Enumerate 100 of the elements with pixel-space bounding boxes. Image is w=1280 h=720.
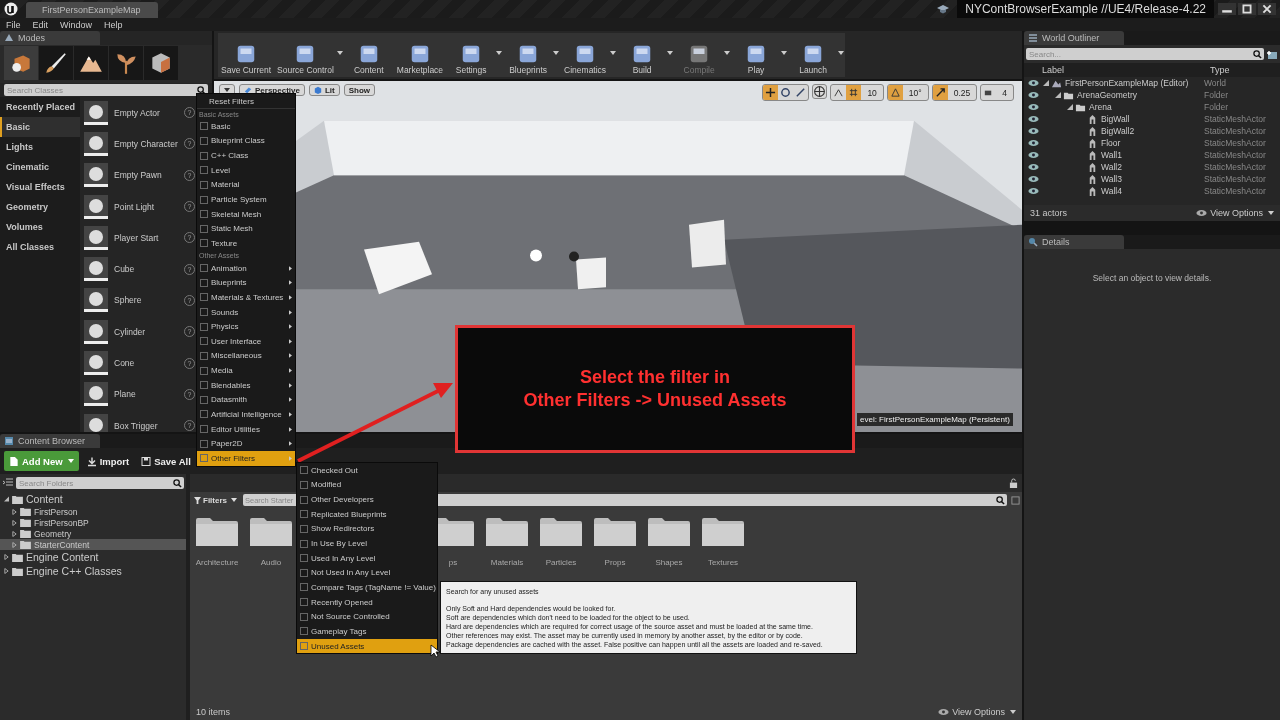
eye-icon[interactable] (1028, 151, 1039, 159)
checkbox[interactable] (200, 180, 208, 189)
checkbox[interactable] (300, 627, 308, 636)
folder-tree-item[interactable]: FirstPerson (0, 506, 186, 517)
checkbox[interactable] (300, 466, 308, 475)
checkbox[interactable] (300, 495, 308, 504)
eye-icon[interactable] (1028, 187, 1039, 195)
category-item[interactable]: All Classes (0, 237, 80, 257)
search-field[interactable]: Search Folders (16, 477, 184, 489)
checkbox[interactable] (200, 395, 208, 404)
filter-menu-item[interactable]: Compare Tags (TagName != Value) (297, 580, 437, 595)
folder-tree-item[interactable]: Content (0, 492, 186, 506)
panel-tab[interactable]: Content Browser (0, 434, 100, 448)
caret-icon[interactable] (496, 51, 503, 55)
caret-icon[interactable] (610, 51, 617, 55)
filter-menu-item[interactable]: Particle System (197, 192, 295, 207)
folder-icon[interactable] (593, 516, 637, 548)
filter-menu-item[interactable]: User Interface (197, 333, 295, 349)
category-item[interactable]: Basic (0, 117, 80, 137)
category-item[interactable]: Recently Placed (0, 97, 80, 117)
shape-thumbnail[interactable] (84, 225, 108, 250)
shape-thumbnail[interactable] (84, 382, 108, 407)
expand-arrow-icon[interactable] (4, 568, 9, 574)
category-item[interactable]: Visual Effects (0, 177, 80, 197)
filter-menu-item[interactable]: Skeletal Mesh (197, 206, 295, 222)
filter-menu-item[interactable]: Level (197, 162, 295, 178)
actor-name[interactable]: Wall1 (1101, 150, 1204, 160)
category-item[interactable]: Cinematic (0, 157, 80, 177)
actor-name[interactable]: Wall2 (1101, 162, 1204, 172)
checkbox[interactable] (300, 554, 308, 563)
checkbox[interactable] (200, 224, 208, 233)
filter-menu-item[interactable]: Materials & Textures (197, 290, 295, 305)
eye-icon[interactable] (1028, 175, 1039, 183)
filter-menu-item[interactable]: Blueprints (197, 275, 295, 291)
eye-icon[interactable] (1028, 91, 1039, 99)
filter-menu-item[interactable]: In Use By Level (297, 536, 437, 551)
checkbox[interactable] (200, 166, 208, 175)
panel-tab[interactable]: World Outliner (1024, 31, 1124, 45)
search-icon[interactable] (996, 495, 1005, 505)
shape-thumbnail[interactable] (84, 257, 108, 282)
filter-menu-item[interactable]: Not Used In Any Level (297, 565, 437, 581)
mode-tab[interactable] (4, 46, 38, 80)
checkbox[interactable] (300, 642, 308, 650)
filter-menu-item[interactable]: Recently Opened (297, 594, 437, 610)
filter-menu-item[interactable]: Gameplay Tags (297, 624, 437, 639)
filter-menu-item[interactable]: Show Redirectors (297, 521, 437, 537)
expand-arrow-icon[interactable] (1067, 104, 1073, 110)
toolbar-button[interactable]: Source Control (274, 33, 344, 77)
filter-menu-item[interactable]: Other Filters (197, 451, 295, 466)
search-field[interactable]: Search... (1026, 48, 1264, 60)
show-button[interactable]: Show (343, 84, 376, 96)
save-all-button[interactable]: Save All (137, 451, 195, 471)
category-item[interactable]: Volumes (0, 217, 80, 237)
filter-menu-item[interactable]: Datasmith (197, 392, 295, 408)
toolbar-button[interactable]: Cinematics (560, 33, 618, 77)
checkbox[interactable] (300, 510, 308, 519)
filter-menu-item[interactable]: Used In Any Level (297, 550, 437, 566)
filter-menu-item[interactable]: Animation (197, 260, 295, 276)
expand-arrow-icon[interactable] (1043, 80, 1049, 86)
tree-toggle-icon[interactable] (2, 477, 14, 489)
category-item[interactable]: Lights (0, 137, 80, 157)
eye-icon[interactable] (1028, 163, 1039, 171)
filter-menu-item[interactable]: C++ Class (197, 148, 295, 163)
filter-menu-item[interactable]: Paper2D (197, 436, 295, 452)
checkbox[interactable] (200, 136, 208, 145)
actor-label[interactable]: Empty Character (114, 138, 178, 149)
checkbox[interactable] (200, 239, 208, 248)
mode-tab[interactable] (144, 46, 178, 80)
checkbox[interactable] (200, 151, 208, 160)
filter-menu-item[interactable]: Not Source Controlled (297, 609, 437, 625)
eye-icon[interactable] (1028, 79, 1039, 87)
actor-name[interactable]: Floor (1101, 138, 1204, 148)
mode-tab[interactable] (39, 46, 73, 80)
filter-menu-item[interactable]: Media (197, 363, 295, 378)
caret-icon[interactable] (667, 51, 674, 55)
shape-thumbnail[interactable] (84, 163, 108, 188)
column-header[interactable]: Label (1024, 65, 1210, 75)
eye-icon[interactable] (1028, 127, 1039, 135)
checkbox[interactable] (300, 539, 308, 548)
toolbar-button[interactable]: Settings (446, 33, 504, 77)
toolbar-button[interactable]: Save Current (218, 33, 275, 77)
filter-menu-item[interactable]: Artificial Intelligence (197, 407, 295, 422)
checkbox[interactable] (200, 410, 208, 419)
filter-menu-item[interactable]: Physics (197, 319, 295, 334)
actor-name[interactable]: BigWall (1101, 114, 1204, 124)
actor-name[interactable]: Arena (1089, 102, 1204, 112)
folder-label[interactable]: Content (26, 493, 63, 505)
folder-tree-item[interactable]: Engine Content (0, 550, 186, 564)
actor-label[interactable]: Point Light (114, 201, 178, 212)
folder-tree-item[interactable]: Engine C++ Classes (0, 564, 186, 578)
folder-tree-item[interactable]: Geometry (0, 528, 186, 539)
filter-menu-item[interactable]: Miscellaneous (197, 348, 295, 364)
filter-menu-item[interactable]: Basic (197, 119, 295, 134)
grid-icon[interactable] (846, 85, 862, 100)
lit-button[interactable]: Lit (308, 84, 340, 96)
checkbox[interactable] (200, 122, 208, 131)
checkbox[interactable] (200, 381, 208, 390)
caret-icon[interactable] (838, 51, 845, 55)
checkbox[interactable] (200, 195, 208, 204)
filter-menu-item[interactable]: Sounds (197, 304, 295, 320)
